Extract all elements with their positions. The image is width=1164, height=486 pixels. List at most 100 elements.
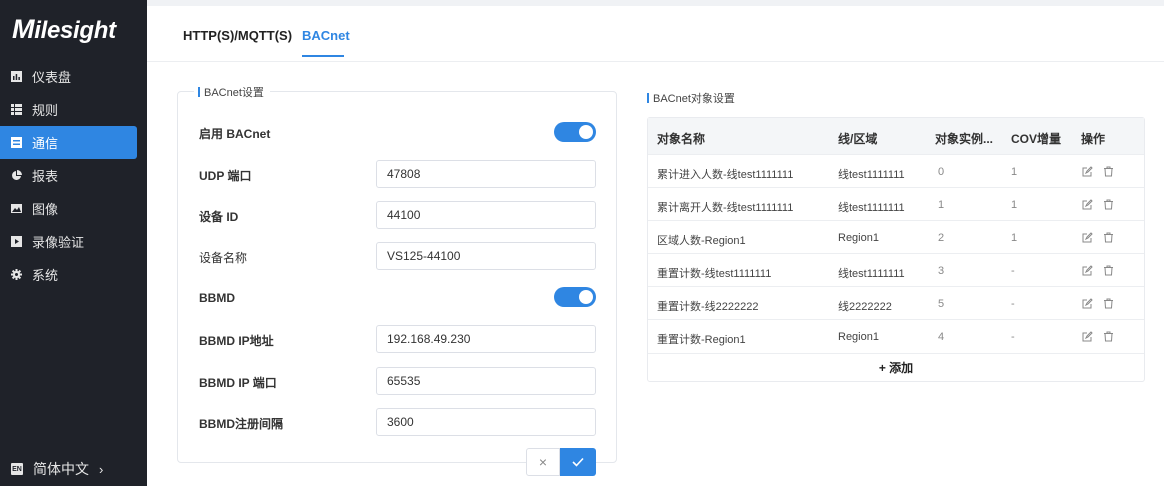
section-marker: [647, 93, 649, 103]
bbmd-interval-input[interactable]: 3600: [376, 408, 596, 436]
milesight-logo: Milesight: [12, 14, 116, 44]
device-id-label: 设备 ID: [199, 210, 239, 224]
close-icon: ×: [538, 454, 548, 470]
udp-port-label: UDP 端口: [199, 169, 252, 183]
table-row: 重置计数-Region1 Region1 4 -: [648, 319, 1144, 352]
bbmd-toggle[interactable]: [554, 287, 596, 307]
object-cov: 1: [1011, 199, 1018, 211]
bbmd-ip-label: BBMD IP地址: [199, 334, 274, 348]
section-marker: [198, 87, 200, 97]
report-icon: [11, 170, 22, 181]
video-icon: [11, 236, 22, 247]
sidebar-item-label: 报表: [32, 169, 59, 184]
gear-icon: [11, 269, 22, 280]
check-icon: [572, 457, 584, 467]
delete-icon[interactable]: [1103, 164, 1114, 182]
enable-bacnet-label: 启用 BACnet: [199, 127, 271, 141]
object-name: 区域人数-Region1: [657, 235, 746, 247]
sidebar-item-communication[interactable]: 通信: [0, 126, 137, 159]
enable-bacnet-toggle[interactable]: [554, 122, 596, 142]
object-area: Region1: [838, 331, 879, 343]
sidebar: Milesight 仪表盘 规则 通信 报表 图像 录像验证 系统 EN 简体中…: [0, 0, 147, 486]
object-instance: 0: [938, 166, 945, 178]
save-button[interactable]: [560, 448, 596, 476]
edit-icon[interactable]: [1082, 164, 1093, 182]
bbmd-interval-label: BBMD注册间隔: [199, 417, 283, 431]
object-area: Region1: [838, 232, 879, 244]
object-instance: 3: [938, 265, 945, 277]
sidebar-item-dashboard[interactable]: 仪表盘: [0, 60, 137, 93]
delete-icon[interactable]: [1103, 197, 1114, 215]
tab-bacnet[interactable]: BACnet: [302, 28, 350, 43]
sidebar-item-rules[interactable]: 规则: [0, 93, 137, 126]
language-label: 简体中文: [33, 461, 89, 477]
delete-icon[interactable]: [1103, 296, 1114, 314]
table-row: 重置计数-线2222222 线2222222 5 -: [648, 286, 1144, 319]
edit-icon[interactable]: [1082, 329, 1093, 347]
sidebar-item-image[interactable]: 图像: [0, 192, 137, 225]
delete-icon[interactable]: [1103, 263, 1114, 281]
object-cov: 1: [1011, 232, 1018, 244]
object-name: 重置计数-线2222222: [657, 301, 759, 313]
device-id-input[interactable]: 44100: [376, 201, 596, 229]
object-instance: 2: [938, 232, 945, 244]
bbmd-port-input[interactable]: 65535: [376, 367, 596, 395]
bbmd-label: BBMD: [199, 291, 235, 305]
tab-http-mqtt[interactable]: HTTP(S)/MQTT(S): [183, 28, 292, 43]
active-tab-indicator: [302, 55, 344, 57]
udp-port-input[interactable]: 47808: [376, 160, 596, 188]
object-cov: -: [1011, 298, 1015, 310]
toggle-knob: [579, 125, 593, 139]
chevron-right-icon: ›: [99, 461, 104, 477]
tab-bar: HTTP(S)/MQTT(S) BACnet: [147, 6, 1164, 62]
add-object-button[interactable]: + 添加: [648, 353, 1144, 381]
bacnet-objects-table: 对象名称 线/区域 对象实例... COV增量 操作 累计进入人数-线test1…: [647, 117, 1145, 382]
sidebar-item-video-verify[interactable]: 录像验证: [0, 225, 137, 258]
sidebar-item-report[interactable]: 报表: [0, 159, 137, 192]
sidebar-item-label: 仪表盘: [32, 70, 72, 85]
delete-icon[interactable]: [1103, 230, 1114, 248]
edit-icon[interactable]: [1082, 197, 1093, 215]
object-instance: 4: [938, 331, 945, 343]
sidebar-item-system[interactable]: 系统: [0, 258, 137, 291]
edit-icon[interactable]: [1082, 230, 1093, 248]
object-area: 线test1111111: [838, 202, 905, 214]
object-cov: -: [1011, 331, 1015, 343]
table-row: 累计进入人数-线test1111111 线test1111111 0 1: [648, 154, 1144, 187]
column-header: 线/区域: [838, 132, 878, 146]
device-name-input[interactable]: VS125-44100: [376, 242, 596, 270]
dashboard-icon: [11, 71, 22, 82]
table-row: 累计离开人数-线test1111111 线test1111111 1 1: [648, 187, 1144, 220]
sidebar-item-label: 录像验证: [32, 235, 85, 250]
sidebar-item-label: 通信: [32, 136, 59, 151]
object-name: 重置计数-Region1: [657, 334, 746, 346]
communication-icon: [11, 137, 22, 148]
object-name: 累计进入人数-线test1111111: [657, 169, 794, 181]
app: Milesight 仪表盘 规则 通信 报表 图像 录像验证 系统 EN 简体中…: [0, 0, 1164, 486]
cancel-button[interactable]: ×: [526, 448, 560, 476]
edit-icon[interactable]: [1082, 296, 1093, 314]
column-header: 操作: [1081, 132, 1106, 146]
bacnet-settings-title: BACnet设置: [194, 84, 270, 100]
object-area: 线2222222: [838, 301, 892, 313]
image-icon: [11, 203, 22, 214]
column-header: COV增量: [1011, 132, 1062, 146]
edit-icon[interactable]: [1082, 263, 1093, 281]
bacnet-objects-title: BACnet对象设置: [647, 90, 735, 106]
delete-icon[interactable]: [1103, 329, 1114, 347]
language-selector[interactable]: EN 简体中文 ›: [11, 459, 103, 479]
table-row: 区域人数-Region1 Region1 2 1: [648, 220, 1144, 253]
language-icon: EN: [11, 463, 23, 475]
table-row: 重置计数-线test1111111 线test1111111 3 -: [648, 253, 1144, 286]
object-cov: -: [1011, 265, 1015, 277]
bbmd-ip-input[interactable]: 192.168.49.230: [376, 325, 596, 353]
object-cov: 1: [1011, 166, 1018, 178]
sidebar-nav: 仪表盘 规则 通信 报表 图像 录像验证 系统: [0, 60, 147, 291]
object-instance: 1: [938, 199, 945, 211]
object-name: 重置计数-线test1111111: [657, 268, 772, 280]
bbmd-port-label: BBMD IP 端口: [199, 376, 277, 390]
object-instance: 5: [938, 298, 945, 310]
toggle-knob: [579, 290, 593, 304]
object-area: 线test1111111: [838, 268, 905, 280]
sidebar-item-label: 系统: [32, 268, 59, 283]
